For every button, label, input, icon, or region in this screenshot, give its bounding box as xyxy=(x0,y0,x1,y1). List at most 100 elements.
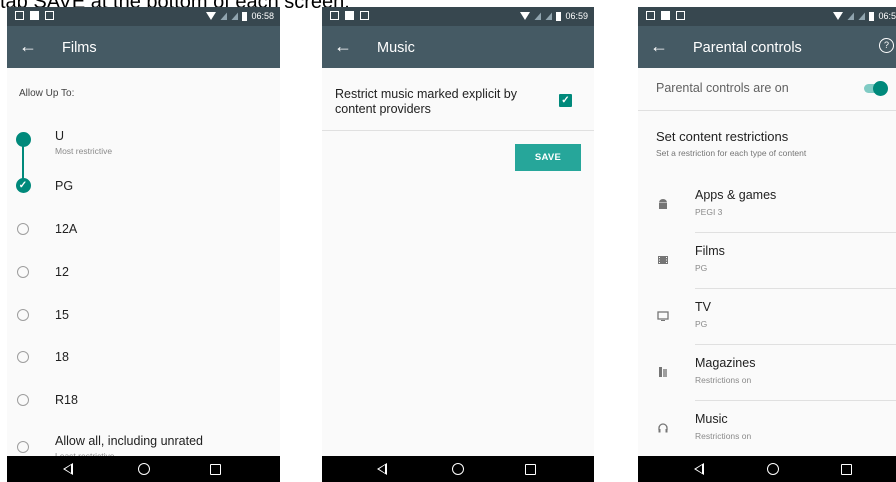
rating-option-18[interactable]: 18 xyxy=(7,342,280,372)
clock: 06:59 xyxy=(565,11,588,21)
save-button[interactable]: SAVE xyxy=(515,144,581,171)
battery-icon xyxy=(556,11,562,21)
nav-recents-icon[interactable] xyxy=(525,464,536,475)
option-label: U xyxy=(55,129,65,143)
nav-recents-icon[interactable] xyxy=(210,464,221,475)
wifi-icon xyxy=(833,12,844,20)
book-icon xyxy=(657,366,669,378)
rating-option-pg[interactable]: ✓ PG xyxy=(7,171,280,201)
film-icon xyxy=(657,254,669,266)
app-bar: ← Parental controls ? xyxy=(638,26,896,68)
nav-back-icon[interactable] xyxy=(377,463,387,475)
category-subtitle: PG xyxy=(695,263,708,273)
set-restrictions-subtitle: Set a restriction for each type of conte… xyxy=(656,148,807,158)
category-title: Music xyxy=(695,412,728,426)
signal-icon xyxy=(220,12,228,20)
music-screen: 06:59 ← Music Restrict music marked expl… xyxy=(322,7,594,482)
signal-icon xyxy=(534,12,542,20)
option-label: 18 xyxy=(55,350,69,364)
app-bar: ← Music xyxy=(322,26,594,68)
app-bar: ← Films xyxy=(7,26,280,68)
set-restrictions-title: Set content restrictions xyxy=(656,129,789,144)
category-magazines[interactable]: Magazines Restrictions on xyxy=(638,345,896,401)
category-films[interactable]: Films PG xyxy=(638,233,896,289)
divider xyxy=(638,110,896,111)
category-apps-games[interactable]: Apps & games PEGI 3 xyxy=(638,177,896,233)
wifi-icon xyxy=(206,12,217,20)
option-label: Allow all, including unrated xyxy=(55,434,204,448)
category-title: Apps & games xyxy=(695,188,777,202)
rating-option-r18[interactable]: R18 xyxy=(7,385,280,415)
signal-icon xyxy=(545,12,553,20)
nav-bar xyxy=(7,456,280,482)
parental-controls-screen: 06:5 ← Parental controls ? Parental cont… xyxy=(638,7,896,482)
gallery-icon xyxy=(45,11,54,20)
category-title: Films xyxy=(695,244,725,258)
notification-icon xyxy=(345,11,354,20)
nav-back-icon[interactable] xyxy=(63,463,73,475)
page-title: Parental controls xyxy=(693,40,802,56)
tv-icon xyxy=(657,310,669,322)
parental-toggle-thumb[interactable] xyxy=(873,81,888,96)
option-label: PG xyxy=(55,179,74,193)
android-icon xyxy=(657,198,669,210)
back-arrow-icon[interactable]: ← xyxy=(19,36,37,56)
radio-selected-icon[interactable] xyxy=(15,132,31,147)
option-label: 12 xyxy=(55,265,69,279)
radio-empty-icon[interactable] xyxy=(17,441,29,453)
category-subtitle: Restrictions on xyxy=(695,431,752,441)
radio-empty-icon[interactable] xyxy=(17,351,29,363)
allow-up-to-label: Allow Up To: xyxy=(19,88,75,99)
back-arrow-icon[interactable]: ← xyxy=(334,36,352,56)
nav-bar xyxy=(638,456,896,482)
clock: 06:58 xyxy=(251,11,274,21)
help-icon[interactable]: ? xyxy=(879,38,894,53)
radio-empty-icon[interactable] xyxy=(17,309,29,321)
nav-back-icon[interactable] xyxy=(694,463,704,475)
option-label: 15 xyxy=(55,308,69,322)
battery-icon xyxy=(242,11,248,21)
notification-icon xyxy=(661,11,670,20)
checkmark-icon[interactable]: ✓ xyxy=(15,178,31,193)
nav-recents-icon[interactable] xyxy=(841,464,852,475)
page-title: Films xyxy=(62,40,97,56)
back-arrow-icon[interactable]: ← xyxy=(650,36,668,56)
status-bar: 06:58 xyxy=(7,7,280,26)
option-label: R18 xyxy=(55,393,78,407)
option-label: 12A xyxy=(55,222,78,236)
category-title: Magazines xyxy=(695,356,756,370)
parental-status-label: Parental controls are on xyxy=(656,81,789,95)
category-music[interactable]: Music Restrictions on xyxy=(638,401,896,457)
clock: 06:5 xyxy=(878,11,896,21)
signal-icon xyxy=(847,12,855,20)
gallery-icon xyxy=(676,11,685,20)
category-subtitle: PEGI 3 xyxy=(695,207,723,217)
rating-option-allow-all[interactable]: Allow all, including unrated Least restr… xyxy=(7,428,280,461)
nav-home-icon[interactable] xyxy=(452,463,464,475)
films-screen: 06:58 ← Films Allow Up To: U Most restri… xyxy=(7,7,280,482)
rating-option-12[interactable]: 12 xyxy=(7,257,280,287)
category-tv[interactable]: TV PG xyxy=(638,289,896,345)
restrict-explicit-label: Restrict music marked explicit by conten… xyxy=(335,87,517,116)
divider xyxy=(322,130,594,131)
explicit-checkbox[interactable]: ✓ xyxy=(559,94,572,107)
nav-home-icon[interactable] xyxy=(138,463,150,475)
category-subtitle: PG xyxy=(695,319,708,329)
category-title: TV xyxy=(695,300,711,314)
rating-option-u[interactable]: U Most restrictive xyxy=(7,124,280,156)
nav-bar xyxy=(322,456,594,482)
radio-empty-icon[interactable] xyxy=(17,394,29,406)
signal-icon xyxy=(231,12,239,20)
wifi-icon xyxy=(520,12,531,20)
rating-option-12a[interactable]: 12A xyxy=(7,214,280,244)
battery-icon xyxy=(869,11,875,21)
radio-empty-icon[interactable] xyxy=(17,223,29,235)
radio-empty-icon[interactable] xyxy=(17,266,29,278)
notification-icon xyxy=(15,11,24,20)
nav-home-icon[interactable] xyxy=(767,463,779,475)
signal-icon xyxy=(858,12,866,20)
notification-icon xyxy=(30,11,39,20)
rating-option-15[interactable]: 15 xyxy=(7,300,280,330)
page-title: Music xyxy=(377,40,415,56)
notification-icon xyxy=(330,11,339,20)
